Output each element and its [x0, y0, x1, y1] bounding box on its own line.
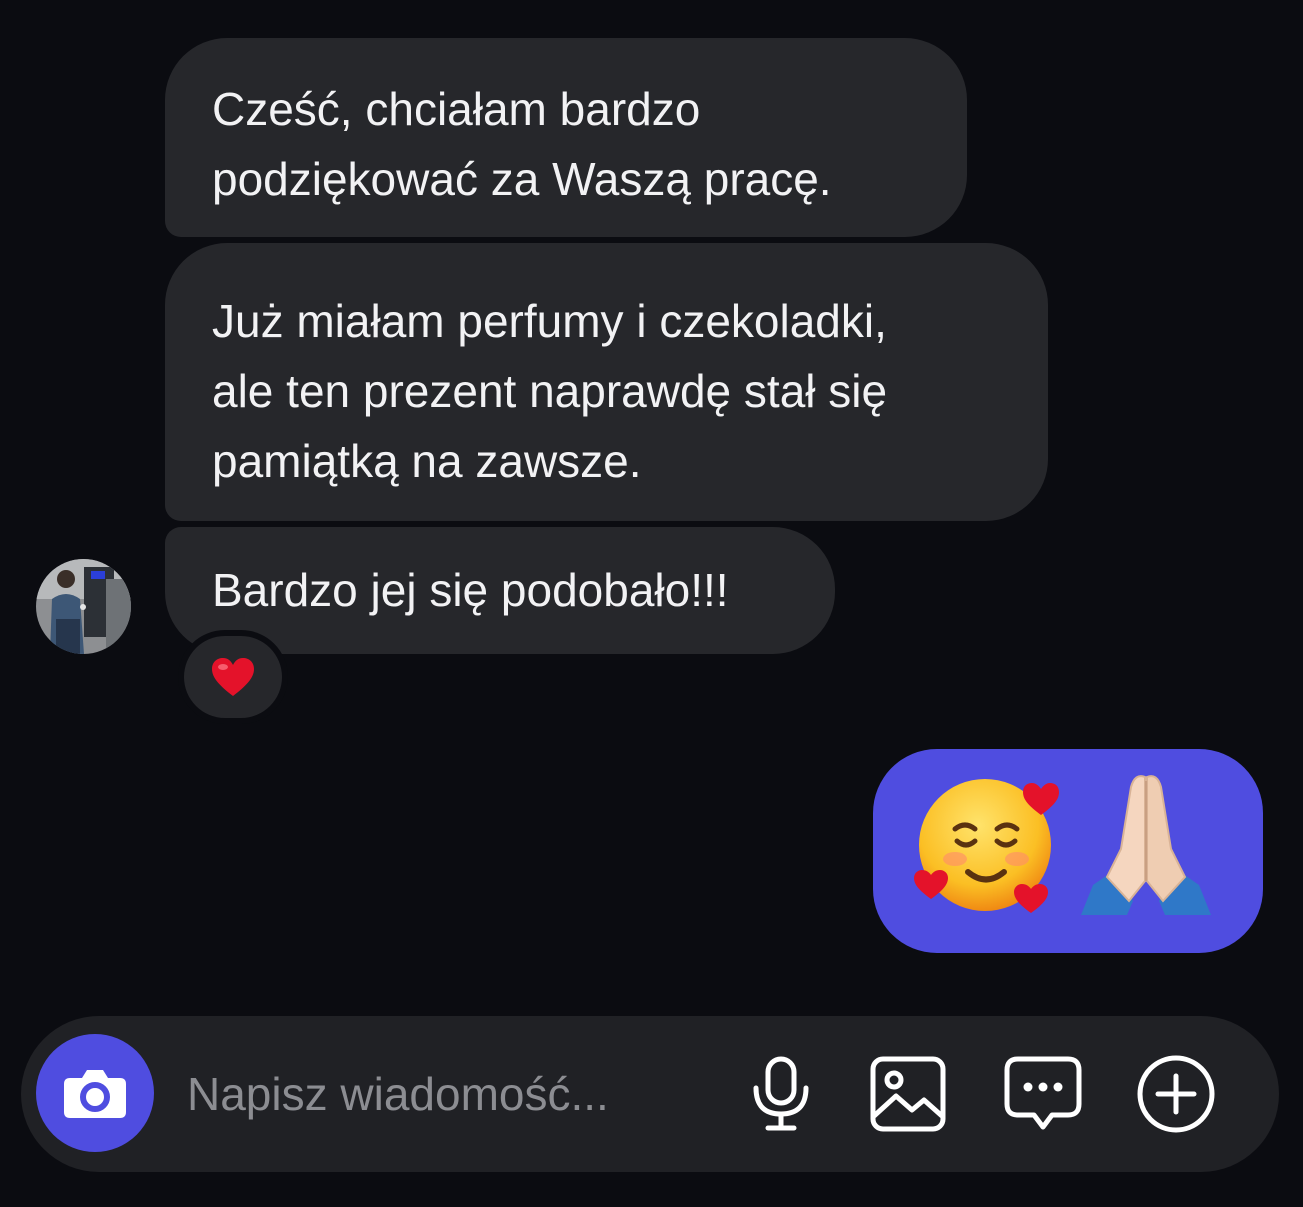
camera-icon: [64, 1070, 126, 1118]
message-composer: [21, 1016, 1279, 1172]
gallery-button[interactable]: [866, 1052, 950, 1136]
add-icon: [1137, 1055, 1215, 1133]
outgoing-message[interactable]: [873, 749, 1263, 953]
heart-reaction[interactable]: [184, 636, 282, 718]
incoming-message[interactable]: Bardzo jej się podobało!!!: [165, 527, 835, 654]
smiling-face-with-hearts-emoji: [914, 779, 1059, 913]
chat-options-button[interactable]: [1001, 1052, 1085, 1136]
incoming-message[interactable]: Już miałam perfumy i czekoladki, ale ten…: [165, 243, 1048, 521]
chat-icon: [1004, 1056, 1082, 1130]
camera-button[interactable]: [36, 1034, 154, 1152]
incoming-message[interactable]: Cześć, chciałam bardzo podziękować za Wa…: [165, 38, 967, 237]
microphone-icon: [753, 1056, 809, 1131]
image-icon: [870, 1056, 946, 1132]
microphone-button[interactable]: [739, 1052, 823, 1136]
folded-hands-emoji: [1081, 775, 1211, 915]
heart-emoji: [212, 658, 254, 696]
avatar[interactable]: [36, 559, 131, 654]
message-input[interactable]: [187, 1056, 707, 1132]
add-button[interactable]: [1134, 1052, 1218, 1136]
